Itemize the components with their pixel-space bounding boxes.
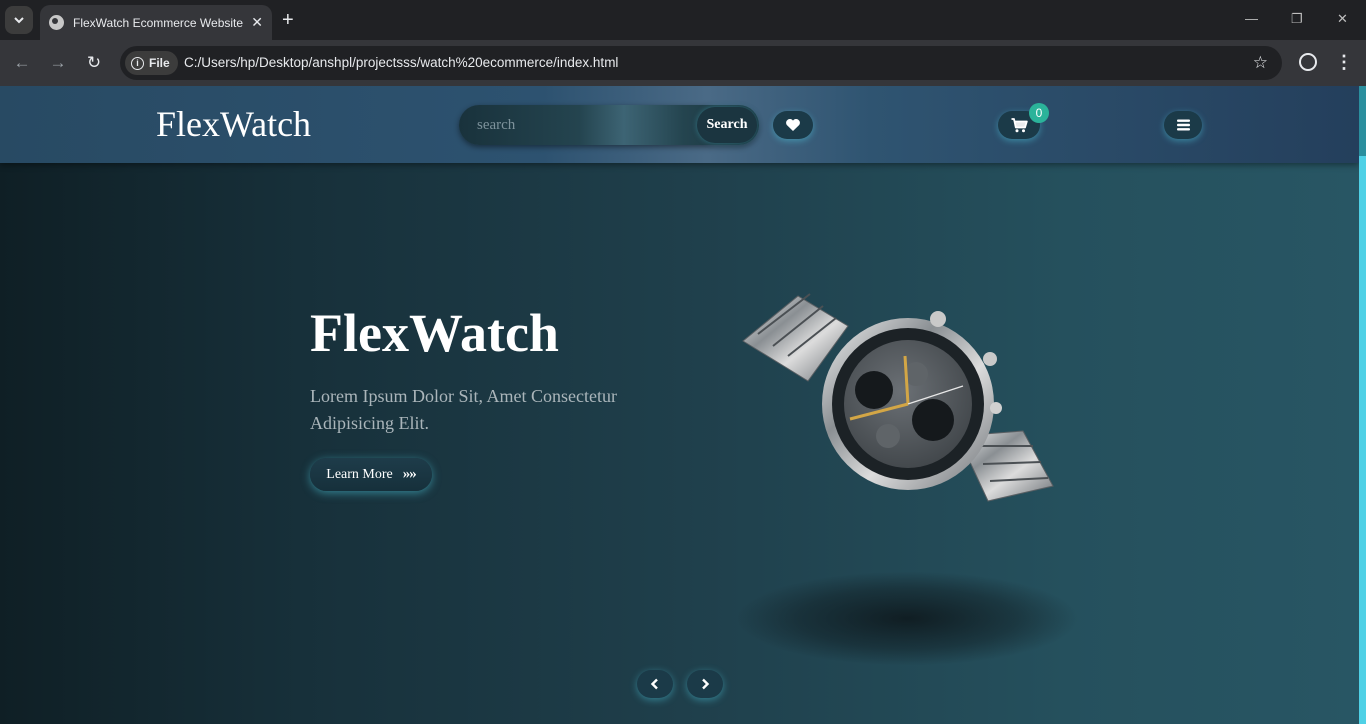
tab-title: FlexWatch Ecommerce Website <box>73 15 244 30</box>
file-label: File <box>149 56 170 70</box>
menu-button[interactable] <box>1164 111 1202 139</box>
hero-title: FlexWatch <box>310 303 559 363</box>
site-header: FlexWatch Search 0 <box>0 86 1359 163</box>
tab-search-button[interactable] <box>5 6 33 34</box>
chevron-down-icon <box>14 17 24 24</box>
minimize-icon[interactable]: — <box>1245 12 1258 26</box>
close-window-icon[interactable]: ✕ <box>1337 12 1348 26</box>
reload-icon[interactable]: ↻ <box>83 53 105 73</box>
forward-icon[interactable]: → <box>47 53 69 73</box>
watch-shadow <box>735 571 1080 666</box>
site-logo[interactable]: FlexWatch <box>156 104 311 144</box>
site-info-chip[interactable]: i File <box>125 51 178 75</box>
globe-icon <box>49 15 64 30</box>
search-input[interactable] <box>459 105 699 145</box>
scrollbar-thumb[interactable] <box>1359 86 1366 156</box>
back-icon[interactable]: ← <box>11 53 33 73</box>
search-button[interactable]: Search <box>697 107 757 143</box>
url-text[interactable]: C:/Users/hp/Desktop/anshpl/projectsss/wa… <box>184 55 618 70</box>
cart-count-badge: 0 <box>1029 103 1049 123</box>
learn-more-button[interactable]: Learn More »» <box>310 458 432 491</box>
page-scrollbar[interactable] <box>1359 86 1366 724</box>
hamburger-icon <box>1176 119 1190 131</box>
info-icon: i <box>131 56 144 70</box>
carousel-next-button[interactable] <box>687 670 723 698</box>
browser-tab-bar: FlexWatch Ecommerce Website ✕ + — ❐ ✕ <box>0 0 1366 40</box>
browser-menu-icon[interactable]: ⋮ <box>1335 51 1353 73</box>
new-tab-button[interactable]: + <box>282 9 294 31</box>
profile-icon[interactable] <box>1299 53 1317 71</box>
browser-toolbar: ← → ↻ i File C:/Users/hp/Desktop/anshpl/… <box>0 40 1366 86</box>
close-tab-icon[interactable]: ✕ <box>251 14 263 30</box>
cart-icon <box>1011 117 1028 132</box>
heart-icon <box>786 119 800 131</box>
hero-subtitle: Lorem Ipsum Dolor Sit, Amet Consectetur … <box>310 386 617 433</box>
search-bar: Search <box>459 105 759 145</box>
address-bar[interactable]: i File C:/Users/hp/Desktop/anshpl/projec… <box>120 46 1282 80</box>
learn-more-label: Learn More <box>326 466 393 482</box>
wishlist-button[interactable] <box>773 111 813 139</box>
chevron-right-icon <box>702 678 710 690</box>
browser-tab[interactable]: FlexWatch Ecommerce Website ✕ <box>40 5 272 40</box>
page-viewport: FlexWatch Search 0 FlexWatch Lorem Ipsum… <box>0 86 1366 724</box>
watch-image <box>742 293 1054 502</box>
bookmark-star-icon[interactable]: ☆ <box>1253 53 1268 73</box>
triple-chevron-right-icon: »» <box>402 466 417 482</box>
restore-icon[interactable]: ❐ <box>1291 12 1303 26</box>
carousel-prev-button[interactable] <box>637 670 673 698</box>
chevron-left-icon <box>650 678 658 690</box>
